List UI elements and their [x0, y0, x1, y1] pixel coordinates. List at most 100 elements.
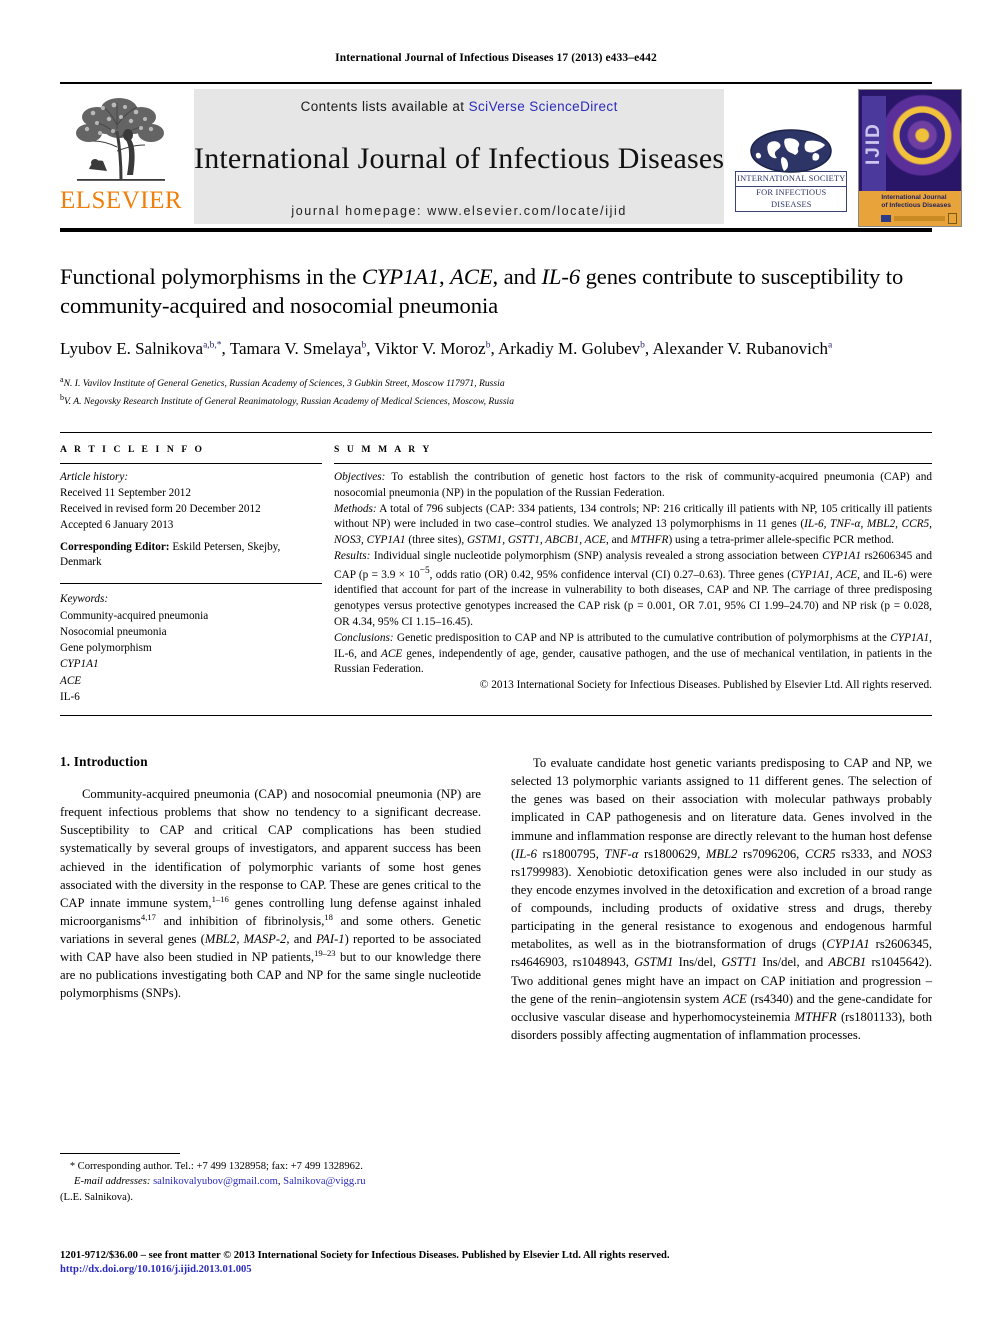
article-info-body: Article history: Received 11 September 2…: [60, 470, 322, 705]
p2-seg-b: rs1800795,: [536, 846, 605, 861]
summary-methods: Methods: A total of 796 subjects (CAP: 3…: [334, 502, 932, 549]
objectives-label: Objectives:: [334, 470, 386, 483]
isid-text-band: INTERNATIONAL SOCIETY FOR INFECTIOUS DIS…: [735, 171, 848, 212]
email-owner: (L.E. Salnikova).: [60, 1191, 133, 1203]
results-exponent: −5: [419, 565, 430, 576]
conclusions-gene-1: CYP1A1: [890, 631, 930, 644]
article-body: 1. Introduction Community-acquired pneum…: [60, 754, 932, 1044]
article-info-column: A R T I C L E I N F O Article history: R…: [60, 444, 322, 705]
summary-heading: S U M M A R Y: [334, 443, 432, 455]
p2-seg-j: Ins/del, and: [757, 955, 829, 970]
methods-genes-3: MTHFR: [630, 534, 669, 547]
methods-text-c: , and: [605, 534, 631, 547]
summary-column: S U M M A R Y Objectives: To establish t…: [334, 444, 932, 705]
author-name: Lyubov E. Salnikova: [60, 338, 204, 358]
sciencedirect-link[interactable]: SciVerse ScienceDirect: [469, 99, 618, 114]
masthead-bottom-rule: [60, 228, 932, 232]
globe-icon: [735, 127, 847, 174]
methods-text-b: (three sites),: [405, 534, 468, 547]
methods-text-d: ) using a tetra-primer allele-specific P…: [668, 534, 894, 547]
journal-masthead: ELSEVIER Contents lists available at Sci…: [60, 82, 963, 232]
elsevier-tree-icon: [76, 98, 165, 181]
author-item[interactable]: Lyubov E. Salnikovaa,b,*: [60, 339, 222, 358]
cover-title-line1: International Journal: [881, 194, 947, 201]
title-gene-cyp1a1: CYP1A1: [361, 264, 440, 289]
p2-gene-il6: IL-6: [515, 846, 537, 861]
intro-paragraph-2: To evaluate candidate host genetic varia…: [511, 754, 932, 1044]
history-revised: Received in revised form 20 December 201…: [60, 502, 261, 515]
cover-rule-mark: [894, 216, 946, 222]
affiliation-item: aN. I. Vavilov Institute of General Gene…: [60, 374, 932, 392]
p2-seg-d: rs7096206,: [737, 846, 805, 861]
keyword-item: Gene polymorphism: [60, 642, 152, 655]
journal-cover-thumbnail: IJID International Journal of Infectious…: [858, 89, 963, 227]
cover-elsevier-mark: [948, 213, 958, 225]
article-history: Article history: Received 11 September 2…: [60, 470, 322, 534]
email-link-secondary[interactable]: Salnikova@vigg.ru: [283, 1176, 365, 1187]
journal-article-page: International Journal of Infectious Dise…: [0, 0, 992, 1323]
author-affil-mark: a,b,*: [203, 340, 222, 351]
title-seg-2: ,: [439, 264, 451, 289]
affiliation-item: bV. A. Negovsky Research Institute of Ge…: [60, 392, 932, 410]
author-item[interactable]: Tamara V. Smelayab: [230, 339, 367, 358]
methods-genes-2: GSTM1, GSTT1, ABCB1, ACE: [467, 534, 606, 547]
keyword-item: ACE: [60, 674, 82, 687]
article-info-rule: [60, 462, 322, 464]
history-received: Received 11 September 2012: [60, 486, 191, 499]
title-block: Functional polymorphisms in the CYP1A1 , …: [60, 262, 932, 410]
author-affil-mark: b: [640, 340, 645, 351]
results-gene-1: CYP1A1: [822, 550, 862, 562]
p2-seg-e: rs333, and: [835, 846, 902, 861]
masthead-center-panel: Contents lists available at SciVerse Sci…: [194, 89, 725, 224]
keywords-block: Keywords: Community-acquired pneumonia N…: [60, 591, 322, 705]
issn-copyright-line: 1201-9712/$36.00 – see front matter © 20…: [60, 1250, 670, 1262]
footnote-rule: [60, 1152, 180, 1154]
doi-link[interactable]: http://dx.doi.org/10.1016/j.ijid.2013.01…: [60, 1264, 932, 1275]
corresponding-author-footnote: * Corresponding author. Tel.: +7 499 132…: [60, 1152, 460, 1205]
author-item[interactable]: Viktor V. Morozb: [375, 339, 491, 358]
body-left-column: 1. Introduction Community-acquired pneum…: [60, 754, 481, 1044]
cover-title-line2: of Infectious Diseases: [881, 202, 951, 210]
p1-seg-e: , and: [286, 932, 317, 947]
p1-genes-2: PAI-1: [316, 932, 345, 947]
cover-footer-band: International Journal of Infectious Dise…: [859, 191, 962, 226]
p2-seg-a: To evaluate candidate host genetic varia…: [511, 756, 932, 861]
results-gene-2: CYP1A1, ACE: [790, 568, 858, 581]
author-item[interactable]: Alexander V. Rubanovicha: [652, 339, 832, 358]
p2-gene-ccr5: CCR5: [804, 846, 836, 861]
results-label: Results:: [334, 550, 371, 562]
title-seg-3: , and: [492, 264, 542, 289]
author-item[interactable]: Arkadiy M. Golubevb: [498, 339, 645, 358]
article-info-heading: A R T I C L E I N F O: [60, 443, 205, 455]
keyword-item: Nosocomial pneumonia: [60, 625, 167, 638]
p1-genes-1: MBL2, MASP-2: [204, 932, 287, 947]
infosum-bottom-rule: [60, 715, 932, 717]
p2-gene-tnfa: TNF-α: [604, 846, 639, 861]
citation-ref[interactable]: 19–23: [314, 948, 335, 958]
journal-homepage-link[interactable]: journal homepage: www.elsevier.com/locat…: [291, 204, 627, 218]
summary-body: Objectives: To establish the contributio…: [334, 464, 932, 694]
corresponding-editor: Corresponding Editor: Eskild Petersen, S…: [60, 540, 322, 572]
section-title-introduction: 1. Introduction: [60, 754, 148, 770]
citation-ref[interactable]: 4,17: [141, 912, 156, 922]
article-history-label: Article history:: [60, 470, 129, 483]
running-head: International Journal of Infectious Dise…: [335, 52, 657, 64]
p2-gene-cyp1a1: CYP1A1: [826, 937, 870, 952]
p1-seg-a: Community-acquired pneumonia (CAP) and n…: [60, 787, 481, 910]
title-seg-1: Functional polymorphisms in the: [60, 264, 362, 289]
p2-gene-gstt1: GSTT1: [721, 955, 758, 970]
p2-gene-gstm1: GSTM1: [634, 955, 674, 970]
keyword-item: IL-6: [60, 690, 80, 703]
p2-gene-mthfr: MTHFR: [794, 1009, 837, 1024]
p2-gene-nos3: NOS3: [901, 846, 932, 861]
corresponding-editor-label: Corresponding Editor:: [60, 540, 170, 553]
page-footer: 1201-9712/$36.00 – see front matter © 20…: [60, 1248, 932, 1275]
objectives-text: To establish the contribution of genetic…: [334, 470, 932, 499]
citation-ref[interactable]: 1–16: [212, 894, 229, 904]
email-link-primary[interactable]: salnikovalyubov@gmail.com: [153, 1176, 278, 1187]
author-name: Tamara V. Smelaya: [229, 338, 362, 358]
author-name: Arkadiy M. Golubev: [498, 338, 641, 358]
citation-ref[interactable]: 18: [324, 912, 333, 922]
affiliation-text: V. A. Negovsky Research Institute of Gen…: [64, 396, 515, 408]
history-accepted: Accepted 6 January 2013: [60, 518, 174, 531]
